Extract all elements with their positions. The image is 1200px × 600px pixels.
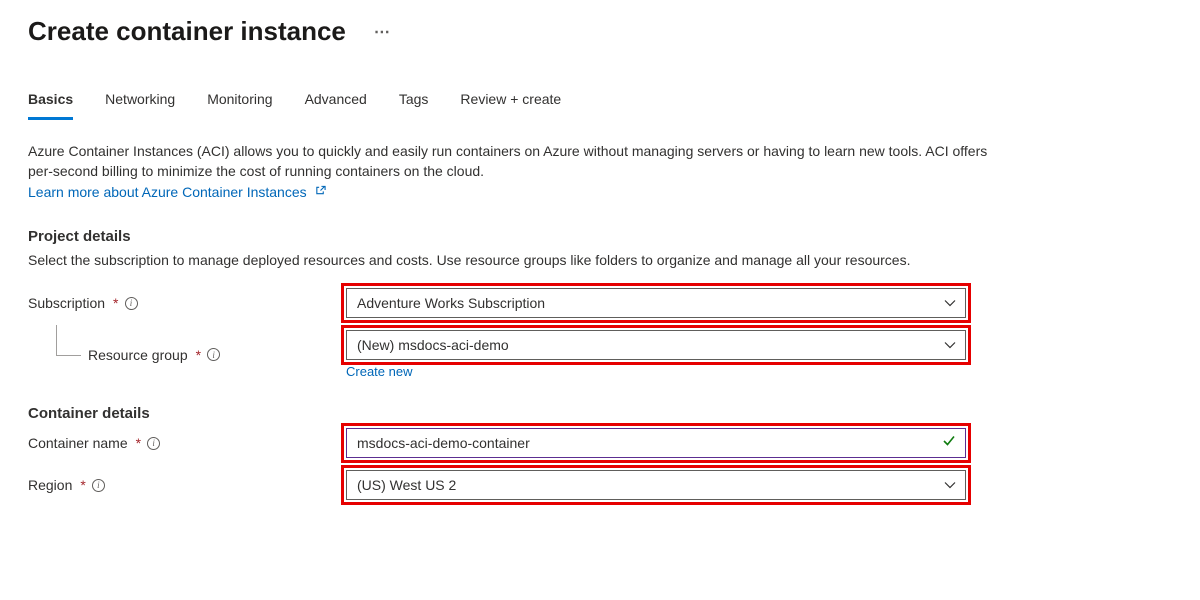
resource-group-label: Resource group <box>88 347 188 363</box>
tab-advanced[interactable]: Advanced <box>305 91 367 120</box>
resource-group-select[interactable] <box>346 330 966 360</box>
create-new-rg-link[interactable]: Create new <box>346 364 412 379</box>
project-details-heading: Project details <box>28 228 1172 245</box>
intro-text: Azure Container Instances (ACI) allows y… <box>28 143 987 179</box>
required-asterisk: * <box>113 295 118 311</box>
tab-basics[interactable]: Basics <box>28 91 73 120</box>
region-label: Region <box>28 477 72 493</box>
required-asterisk: * <box>80 477 85 493</box>
info-icon[interactable]: i <box>147 437 160 450</box>
external-link-icon <box>315 185 326 202</box>
learn-more-label: Learn more about Azure Container Instanc… <box>28 184 307 200</box>
container-details-heading: Container details <box>28 405 1172 422</box>
subscription-select[interactable] <box>346 288 966 318</box>
required-asterisk: * <box>196 347 201 363</box>
info-icon[interactable]: i <box>125 297 138 310</box>
project-details-desc: Select the subscription to manage deploy… <box>28 251 988 271</box>
tab-strip: Basics Networking Monitoring Advanced Ta… <box>28 91 1172 121</box>
page-title: Create container instance <box>28 16 346 47</box>
check-icon <box>942 434 956 453</box>
tab-tags[interactable]: Tags <box>399 91 429 120</box>
container-name-label: Container name <box>28 435 128 451</box>
tab-networking[interactable]: Networking <box>105 91 175 120</box>
tab-review-create[interactable]: Review + create <box>460 91 561 120</box>
container-name-input[interactable] <box>346 428 966 458</box>
info-icon[interactable]: i <box>207 348 220 361</box>
info-icon[interactable]: i <box>92 479 105 492</box>
region-select[interactable] <box>346 470 966 500</box>
tab-monitoring[interactable]: Monitoring <box>207 91 272 120</box>
required-asterisk: * <box>136 435 141 451</box>
subscription-label: Subscription <box>28 295 105 311</box>
learn-more-link[interactable]: Learn more about Azure Container Instanc… <box>28 184 326 200</box>
more-menu[interactable]: ⋯ <box>374 22 391 42</box>
